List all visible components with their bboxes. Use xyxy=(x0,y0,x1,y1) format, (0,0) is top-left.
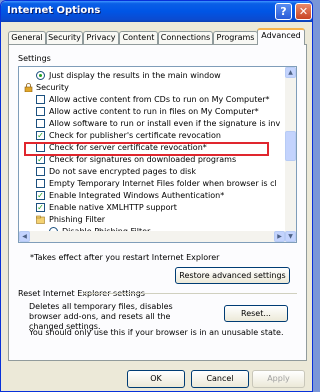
scroll-down-icon[interactable]: ▼ xyxy=(285,231,296,242)
list-item[interactable]: ✓ Check for signatures on downloaded pro… xyxy=(19,154,289,165)
checkbox-files-active-content[interactable] xyxy=(36,107,45,116)
apply-button[interactable]: Apply xyxy=(252,370,305,388)
checkbox-server-revocation[interactable] xyxy=(36,143,45,152)
tab-content[interactable]: Content xyxy=(119,31,158,44)
list-item[interactable]: Allow active content from CDs to run on … xyxy=(19,94,289,105)
vertical-scrollbar[interactable]: ▲ ▼ xyxy=(285,67,296,242)
padlock-icon xyxy=(24,83,33,92)
tab-general[interactable]: General xyxy=(8,31,46,44)
tab-programs[interactable]: Programs xyxy=(213,31,258,44)
scroll-thumb[interactable] xyxy=(285,131,296,161)
list-item[interactable]: Do not save encrypted pages to disk xyxy=(19,166,289,177)
help-button[interactable]: ? xyxy=(275,3,292,20)
shield-folder-icon xyxy=(36,215,45,224)
list-item[interactable]: Check for server certificate revocation* xyxy=(19,142,289,153)
checkbox-empty-temp-files[interactable] xyxy=(36,179,45,188)
tab-privacy[interactable]: Privacy xyxy=(83,31,119,44)
checkbox-publisher-revocation[interactable]: ✓ xyxy=(36,131,45,140)
tab-advanced[interactable]: Advanced xyxy=(257,28,305,45)
horizontal-scrollbar[interactable]: ◀ ▶ xyxy=(19,231,285,242)
ok-button[interactable]: OK xyxy=(127,370,185,388)
tab-security[interactable]: Security xyxy=(46,31,83,44)
group-divider xyxy=(83,293,297,294)
restart-note: *Takes effect after you restart Internet… xyxy=(30,253,220,262)
title-bar: Internet Options ? ✕ xyxy=(1,1,312,22)
internet-options-dialog: Internet Options ? ✕ General Security Pr… xyxy=(0,0,313,392)
list-item[interactable]: ✓ Enable native XMLHTTP support xyxy=(19,202,289,213)
list-item[interactable]: Allow software to run or install even if… xyxy=(19,118,289,129)
scroll-up-icon[interactable]: ▲ xyxy=(285,67,296,78)
restore-advanced-settings-button[interactable]: Restore advanced settings xyxy=(175,267,290,284)
checkbox-no-save-encrypted[interactable] xyxy=(36,167,45,176)
list-item[interactable]: ✓ Enable Integrated Windows Authenticati… xyxy=(19,190,289,201)
reset-warning: You should only use this if your browser… xyxy=(29,328,284,337)
checkbox-signatures[interactable]: ✓ xyxy=(36,155,45,164)
list-item[interactable]: Empty Temporary Internet Files folder wh… xyxy=(19,178,289,189)
window-title: Internet Options xyxy=(7,5,101,16)
close-button[interactable]: ✕ xyxy=(295,3,312,20)
reset-button[interactable]: Reset... xyxy=(224,305,288,322)
scroll-left-icon[interactable]: ◀ xyxy=(19,231,30,242)
scroll-right-icon[interactable]: ▶ xyxy=(274,231,285,242)
list-item: Security xyxy=(19,82,289,93)
list-item[interactable]: Allow active content to run in files on … xyxy=(19,106,289,117)
settings-list[interactable]: Just display the results in the main win… xyxy=(18,66,297,243)
radio-just-display[interactable] xyxy=(36,71,45,80)
tab-connections[interactable]: Connections xyxy=(158,31,213,44)
cancel-button[interactable]: Cancel xyxy=(191,370,249,388)
list-item: Phishing Filter xyxy=(19,214,289,225)
checkbox-windows-auth[interactable]: ✓ xyxy=(36,191,45,200)
list-item[interactable]: ✓ Check for publisher's certificate revo… xyxy=(19,130,289,141)
checkbox-native-xmlhttp[interactable]: ✓ xyxy=(36,203,45,212)
checkbox-allow-software[interactable] xyxy=(36,119,45,128)
list-item[interactable]: Just display the results in the main win… xyxy=(19,70,289,81)
settings-label: Settings xyxy=(18,54,51,63)
checkbox-cd-active-content[interactable] xyxy=(36,95,45,104)
